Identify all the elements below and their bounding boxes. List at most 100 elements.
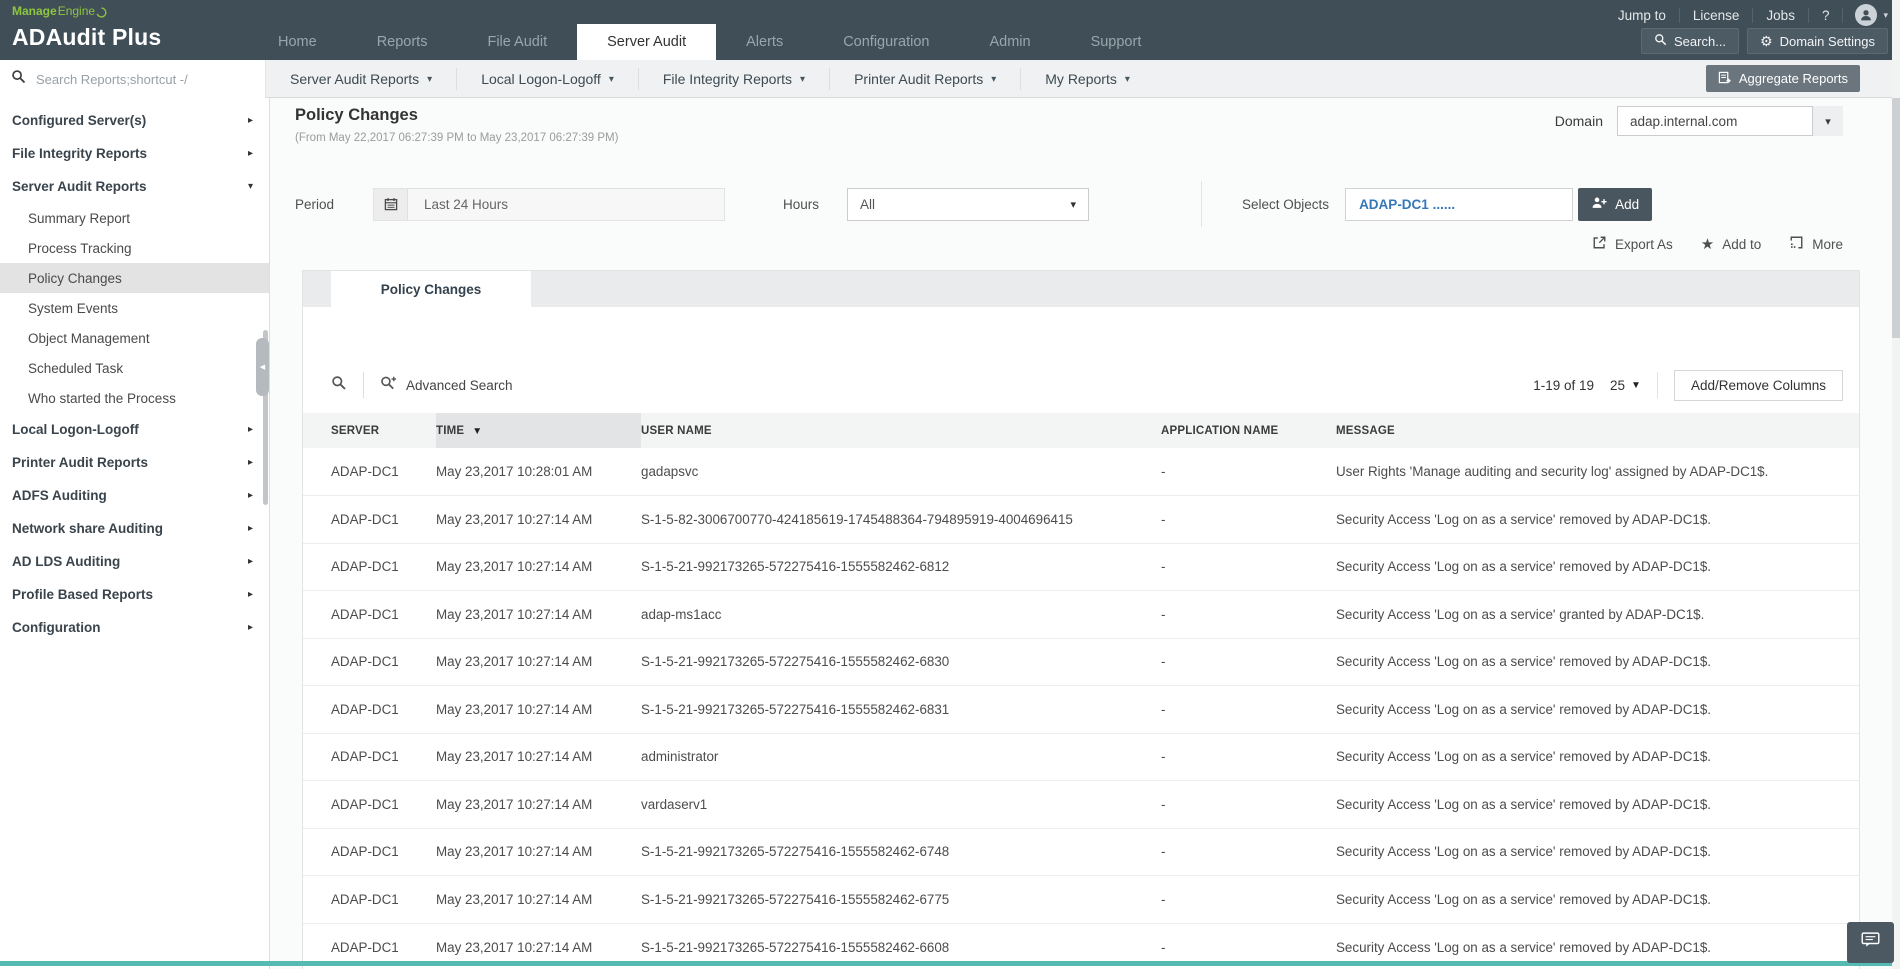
column-header-server[interactable]: SERVER (303, 413, 436, 448)
sidebar-subitem-system-events[interactable]: System Events (0, 293, 269, 323)
report-search-input[interactable] (26, 72, 265, 87)
table-row[interactable]: ADAP-DC1May 23,2017 10:27:14 AMS-1-5-21-… (303, 828, 1859, 876)
report-menu-my-reports[interactable]: My Reports▾ (1021, 68, 1154, 90)
horizontal-scrollbar[interactable] (0, 961, 1892, 966)
sidebar-item-ad-lds-auditing[interactable]: AD LDS Auditing▸ (0, 545, 269, 578)
message-cell: Security Access 'Log on as a service' re… (1336, 543, 1859, 591)
domain-settings-button[interactable]: ⚙ Domain Settings (1747, 28, 1888, 54)
table-row[interactable]: ADAP-DC1May 23,2017 10:27:14 AMvardaserv… (303, 781, 1859, 829)
column-header-application-name[interactable]: APPLICATION NAME (1161, 413, 1336, 448)
table-row[interactable]: ADAP-DC1May 23,2017 10:27:14 AMS-1-5-21-… (303, 876, 1859, 924)
hours-select[interactable]: All ▾ (847, 188, 1089, 221)
sidebar-item-network-share-auditing[interactable]: Network share Auditing▸ (0, 512, 269, 545)
advanced-search-icon[interactable] (380, 375, 397, 396)
nav-tab-home[interactable]: Home (248, 24, 347, 60)
sidebar-item-file-integrity-reports[interactable]: File Integrity Reports▸ (0, 137, 269, 170)
message-cell: Security Access 'Log on as a service' re… (1336, 638, 1859, 686)
add-remove-columns-button[interactable]: Add/Remove Columns (1674, 370, 1843, 401)
sidebar-item-adfs-auditing[interactable]: ADFS Auditing▸ (0, 479, 269, 512)
link-jobs[interactable]: Jobs (1753, 8, 1809, 23)
report-menu-server-audit-reports[interactable]: Server Audit Reports▾ (266, 68, 457, 90)
nav-tab-admin[interactable]: Admin (959, 24, 1060, 60)
report-menu-local-logon-logoff[interactable]: Local Logon-Logoff▾ (457, 68, 639, 90)
time-cell: May 23,2017 10:28:01 AM (436, 448, 641, 496)
column-header-user-name[interactable]: USER NAME (641, 413, 1161, 448)
report-actions: Export As ★Add to More (1592, 235, 1843, 253)
sidebar-item-profile-based-reports[interactable]: Profile Based Reports▸ (0, 578, 269, 611)
table-row[interactable]: ADAP-DC1May 23,2017 10:28:01 AMgadapsvc-… (303, 448, 1859, 496)
link-jump-to[interactable]: Jump to (1605, 8, 1680, 23)
sidebar-item-printer-audit-reports[interactable]: Printer Audit Reports▸ (0, 446, 269, 479)
sidebar-item-configured-server-s[interactable]: Configured Server(s)▸ (0, 104, 269, 137)
sidebar-subitem-process-tracking[interactable]: Process Tracking (0, 233, 269, 263)
column-header-time[interactable]: TIME▼ (436, 413, 641, 448)
sidebar: Configured Server(s)▸File Integrity Repo… (0, 98, 270, 969)
report-search-box (0, 60, 266, 98)
advanced-search-label[interactable]: Advanced Search (406, 378, 513, 393)
select-objects-label: Select Objects (1242, 197, 1329, 212)
chevron-right-icon: ▸ (248, 424, 253, 435)
header-buttons: Search... ⚙ Domain Settings (1641, 28, 1888, 54)
user-menu[interactable]: ▾ (1855, 4, 1888, 26)
action-add-to[interactable]: ★Add to (1701, 237, 1761, 252)
message-cell: Security Access 'Log on as a service' re… (1336, 686, 1859, 734)
sidebar-subitem-summary-report[interactable]: Summary Report (0, 203, 269, 233)
message-cell: Security Access 'Log on as a service' re… (1336, 828, 1859, 876)
nav-tab-file-audit[interactable]: File Audit (457, 24, 577, 60)
global-search-button[interactable]: Search... (1641, 28, 1739, 54)
table-toolbar: Advanced Search 1-19 of 19 25 ▼ Add/Remo… (303, 363, 1859, 407)
chevron-right-icon: ▸ (248, 490, 253, 501)
sidebar-subitem-object-management[interactable]: Object Management (0, 323, 269, 353)
chevron-down-icon: ▾ (1813, 106, 1843, 136)
page-size-select[interactable]: 25 ▼ (1610, 378, 1641, 393)
report-menu-label: File Integrity Reports (663, 71, 792, 87)
sidebar-item-server-audit-reports[interactable]: Server Audit Reports▾ (0, 170, 269, 203)
nav-tab-reports[interactable]: Reports (347, 24, 458, 60)
aggregate-reports-button[interactable]: Aggregate Reports (1706, 65, 1860, 92)
tab-policy-changes[interactable]: Policy Changes (331, 271, 531, 307)
application-name-cell: - (1161, 543, 1336, 591)
nav-tab-server-audit[interactable]: Server Audit (577, 24, 716, 60)
sidebar-subitem-policy-changes[interactable]: Policy Changes (0, 263, 269, 293)
table-row[interactable]: ADAP-DC1May 23,2017 10:27:14 AMadap-ms1a… (303, 591, 1859, 639)
report-tabstrip: Policy Changes (303, 271, 1859, 307)
sidebar-subitem-scheduled-task[interactable]: Scheduled Task (0, 353, 269, 383)
action-more[interactable]: More (1789, 235, 1843, 253)
table-row[interactable]: ADAP-DC1May 23,2017 10:27:14 AMS-1-5-21-… (303, 638, 1859, 686)
chevron-down-icon: ▾ (1883, 10, 1888, 21)
table-row[interactable]: ADAP-DC1May 23,2017 10:27:14 AMS-1-5-21-… (303, 543, 1859, 591)
period-field[interactable]: Last 24 Hours (373, 188, 725, 221)
action-export-as[interactable]: Export As (1592, 235, 1673, 253)
server-cell: ADAP-DC1 (303, 591, 436, 639)
nav-tab-support[interactable]: Support (1061, 24, 1172, 60)
report-menu-printer-audit-reports[interactable]: Printer Audit Reports▾ (830, 68, 1021, 90)
report-menus: Server Audit Reports▾Local Logon-Logoff▾… (266, 60, 1154, 98)
vertical-scrollbar-track[interactable] (1892, 0, 1900, 969)
server-cell: ADAP-DC1 (303, 686, 436, 734)
help-link[interactable]: ? (1809, 8, 1844, 23)
nav-tab-configuration[interactable]: Configuration (813, 24, 959, 60)
chat-button[interactable] (1847, 922, 1894, 963)
sidebar-item-configuration[interactable]: Configuration▸ (0, 611, 269, 644)
search-icon[interactable] (331, 375, 347, 396)
toolbar-divider (363, 372, 364, 398)
sidebar-collapse-handle[interactable]: ◀ (256, 338, 269, 396)
vertical-scrollbar-thumb[interactable] (1892, 98, 1900, 338)
nav-tab-alerts[interactable]: Alerts (716, 24, 813, 60)
add-objects-button[interactable]: Add (1578, 188, 1652, 221)
time-cell: May 23,2017 10:27:14 AM (436, 496, 641, 544)
chevron-left-icon: ◀ (260, 363, 265, 371)
sidebar-item-local-logon-logoff[interactable]: Local Logon-Logoff▸ (0, 413, 269, 446)
select-objects-field[interactable]: ADAP-DC1 ...... (1345, 188, 1573, 221)
time-cell: May 23,2017 10:27:14 AM (436, 781, 641, 829)
domain-select[interactable]: adap.internal.com ▾ (1617, 106, 1843, 136)
table-row[interactable]: ADAP-DC1May 23,2017 10:27:14 AMS-1-5-82-… (303, 496, 1859, 544)
sort-desc-icon: ▼ (472, 426, 482, 437)
table-row[interactable]: ADAP-DC1May 23,2017 10:27:14 AMadministr… (303, 733, 1859, 781)
calendar-icon (374, 189, 408, 220)
report-menu-file-integrity-reports[interactable]: File Integrity Reports▾ (639, 68, 830, 90)
sidebar-subitem-who-started-the-process[interactable]: Who started the Process (0, 383, 269, 413)
table-row[interactable]: ADAP-DC1May 23,2017 10:27:14 AMS-1-5-21-… (303, 686, 1859, 734)
column-header-message[interactable]: MESSAGE (1336, 413, 1859, 448)
link-license[interactable]: License (1680, 8, 1754, 23)
